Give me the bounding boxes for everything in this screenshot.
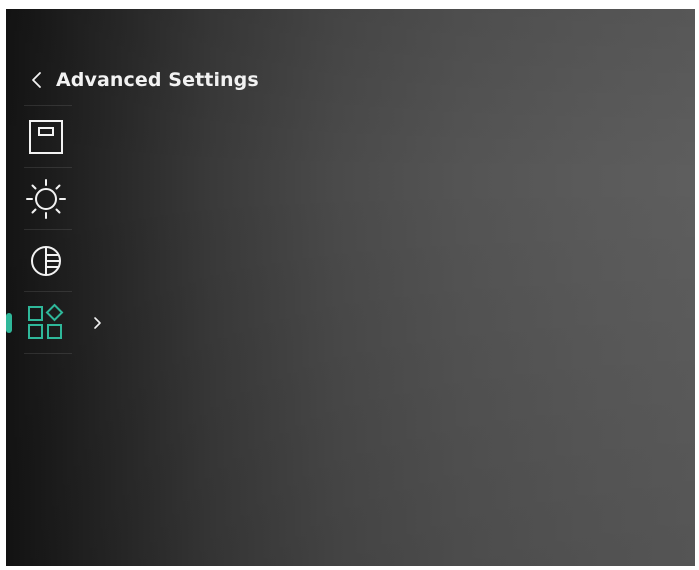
brightness-icon xyxy=(24,177,68,221)
menu-item-brightness[interactable] xyxy=(24,167,72,229)
page-header: Advanced Settings xyxy=(30,65,259,95)
page-title: Advanced Settings xyxy=(56,69,259,91)
menu-item-display-mode[interactable] xyxy=(24,105,72,167)
contrast-icon xyxy=(24,239,68,283)
chevron-right-icon xyxy=(92,316,102,330)
active-indicator xyxy=(6,312,12,333)
chevron-left-icon[interactable] xyxy=(30,71,44,89)
menu-item-contrast[interactable] xyxy=(24,229,72,291)
viewfinder-screen: Advanced Settings xyxy=(6,9,695,566)
menu-item-function-settings[interactable] xyxy=(6,291,101,354)
settings-menu xyxy=(6,105,101,354)
display-mode-icon xyxy=(24,115,68,159)
function-settings-icon xyxy=(24,301,68,345)
